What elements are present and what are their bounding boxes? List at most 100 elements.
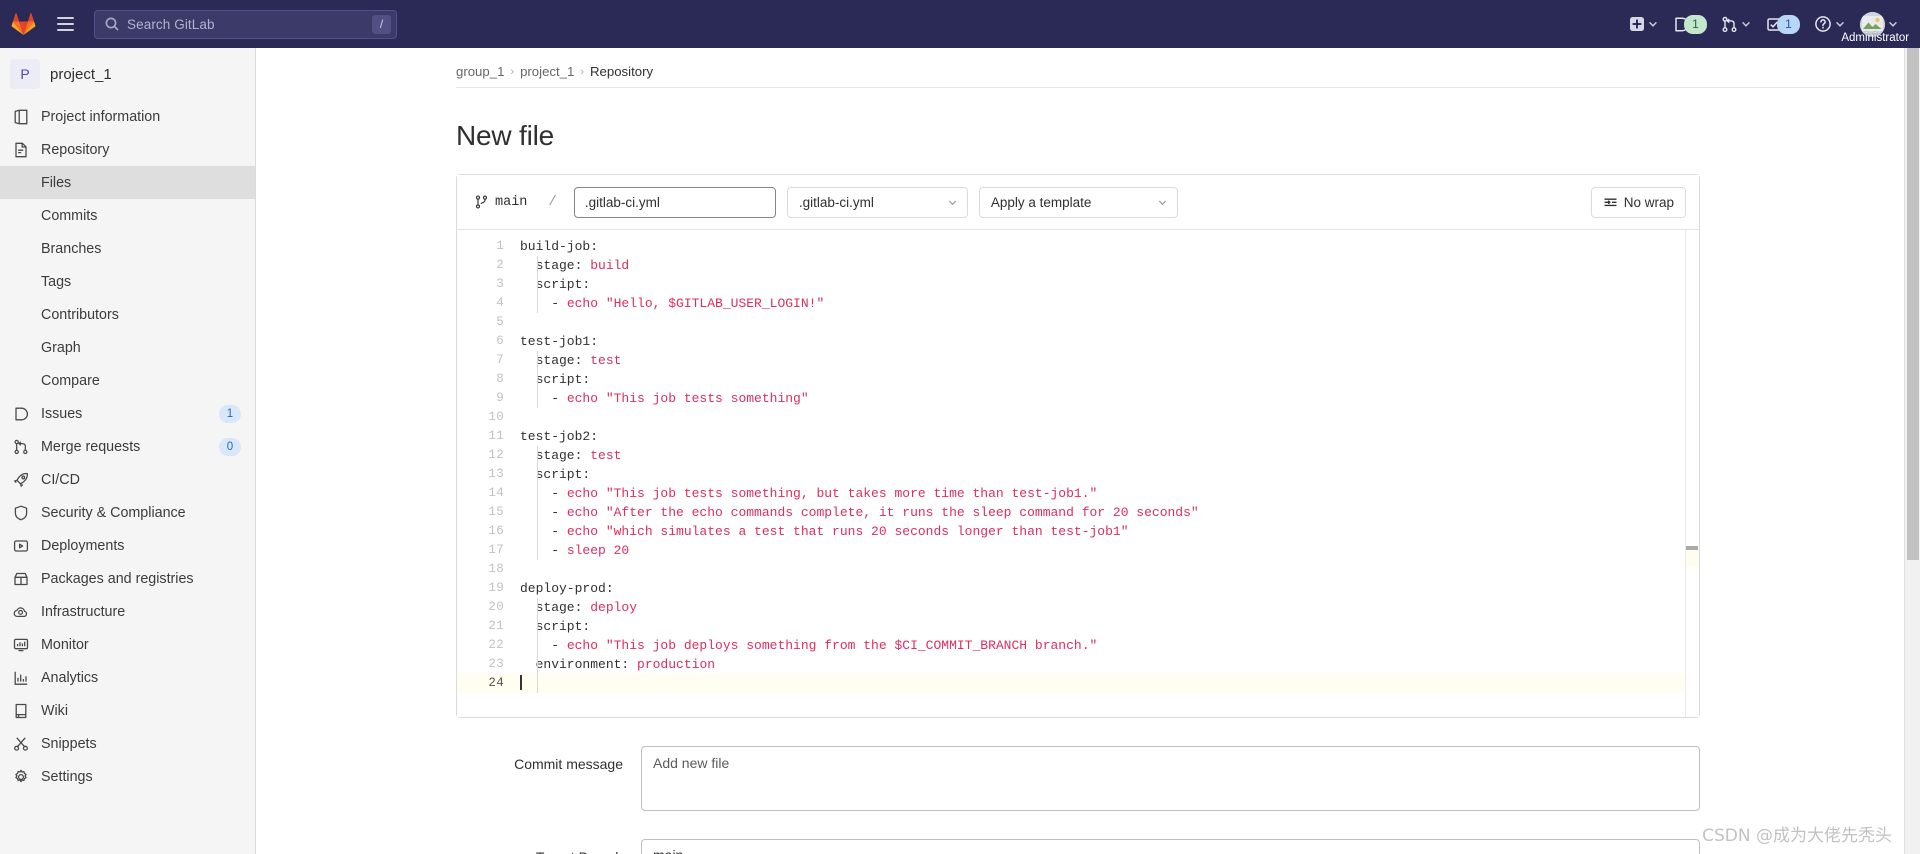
sidebar-item-branches[interactable]: Branches <box>0 232 255 265</box>
line-number: 6 <box>496 334 504 348</box>
code-line[interactable]: 19 deploy-prod: <box>457 579 1699 598</box>
code-editor[interactable]: 1 build-job: 2 stage: build 3 script: 4 - ec… <box>457 230 1699 717</box>
breadcrumb-repository[interactable]: Repository <box>590 64 653 79</box>
new-item-button[interactable] <box>1622 0 1666 48</box>
code-line[interactable]: 22 - echo "This job deploys something fr… <box>457 636 1699 655</box>
code-line[interactable]: 17 - sleep 20 <box>457 541 1699 560</box>
code-line[interactable]: 4 - echo "Hello, $GITLAB_USER_LOGIN!" <box>457 294 1699 313</box>
wiki-book-icon <box>12 702 30 720</box>
sidebar-item-issues[interactable]: Issues 1 <box>0 397 255 430</box>
code-line[interactable]: 2 stage: build <box>457 256 1699 275</box>
page-scrollbar[interactable] <box>1904 48 1920 854</box>
code-line[interactable]: 21 script: <box>457 617 1699 636</box>
breadcrumb-project[interactable]: project_1 <box>520 64 574 79</box>
merge-requests-nav-button[interactable] <box>1714 0 1759 48</box>
sidebar-item-infrastructure[interactable]: Infrastructure <box>0 595 255 628</box>
sidebar-project-header[interactable]: P project_1 <box>0 48 255 100</box>
line-number: 14 <box>488 486 504 500</box>
code-line[interactable]: 10 <box>457 408 1699 427</box>
sidebar-item-snippets[interactable]: Snippets <box>0 727 255 760</box>
sidebar-item-contributors[interactable]: Contributors <box>0 298 255 331</box>
sidebar-subitem-label: Branches <box>41 240 102 257</box>
code-line[interactable]: 8 script: <box>457 370 1699 389</box>
code-text: script: <box>520 619 591 634</box>
file-editor-card: main / .gitlab-ci.yml Apply a template <box>456 174 1700 718</box>
indent-guide <box>537 674 538 693</box>
breadcrumb-separator: › <box>580 65 585 78</box>
code-line[interactable]: 16 - echo "which simulates a test that r… <box>457 522 1699 541</box>
line-number: 1 <box>496 239 504 253</box>
sidebar-subitem-label: Contributors <box>41 306 119 323</box>
code-text: - echo "After the echo commands complete… <box>520 505 1199 520</box>
sidebar-item-compare[interactable]: Compare <box>0 364 255 397</box>
breadcrumb-group[interactable]: group_1 <box>456 64 504 79</box>
sidebar-item-monitor[interactable]: Monitor <box>0 628 255 661</box>
search-shortcut-key: / <box>372 14 391 34</box>
code-text: test-job1: <box>520 334 599 349</box>
sidebar-item-security-compliance[interactable]: Security & Compliance <box>0 496 255 529</box>
code-line[interactable]: 7 stage: test <box>457 351 1699 370</box>
code-line[interactable]: 3 script: <box>457 275 1699 294</box>
top-navbar: Search GitLab / 1 1 Administrator <box>0 0 1920 48</box>
user-menu-button[interactable]: Administrator <box>1841 0 1909 48</box>
code-line[interactable]: 13 script: <box>457 465 1699 484</box>
line-number: 19 <box>488 581 504 595</box>
sidebar-item-wiki[interactable]: Wiki <box>0 694 255 727</box>
code-line[interactable]: 5 <box>457 313 1699 332</box>
code-line[interactable]: 6 test-job1: <box>457 332 1699 351</box>
line-number: 11 <box>488 429 504 443</box>
snippets-scissors-icon <box>12 735 30 753</box>
code-line[interactable]: 24 <box>457 674 1699 693</box>
commit-message-input[interactable] <box>641 746 1700 811</box>
code-line[interactable]: 20 stage: deploy <box>457 598 1699 617</box>
file-type-select[interactable]: .gitlab-ci.yml <box>786 186 968 218</box>
sidebar-item-repository[interactable]: Repository <box>0 133 255 166</box>
code-line[interactable]: 18 <box>457 560 1699 579</box>
code-line[interactable]: 23 environment: production <box>457 655 1699 674</box>
no-wrap-button[interactable]: No wrap <box>1590 186 1686 218</box>
sidebar-item-files[interactable]: Files <box>0 166 255 199</box>
sidebar-item-deployments[interactable]: Deployments <box>0 529 255 562</box>
sidebar-item-analytics[interactable]: Analytics <box>0 661 255 694</box>
todos-nav-button[interactable]: 1 <box>1759 0 1807 48</box>
watermark-text: CSDN @成为大佬先秃头 <box>1702 826 1892 846</box>
sidebar-item-graph[interactable]: Graph <box>0 331 255 364</box>
editor-scrollbar[interactable] <box>1685 230 1699 717</box>
chevron-down-icon <box>1887 18 1899 30</box>
code-text: environment: production <box>520 657 716 672</box>
hamburger-menu-icon[interactable] <box>46 4 84 44</box>
sidebar-item-ci-cd[interactable]: CI/CD <box>0 463 255 496</box>
apply-template-select[interactable]: Apply a template <box>978 186 1178 218</box>
sidebar-item-project-information[interactable]: Project information <box>0 100 255 133</box>
sidebar-item-label: Settings <box>41 768 93 785</box>
gitlab-logo-icon[interactable] <box>0 12 46 36</box>
sidebar-item-label: Deployments <box>41 537 125 554</box>
sidebar-subitem-label: Files <box>41 174 72 191</box>
sidebar-item-label: Analytics <box>41 669 99 686</box>
search-input[interactable]: Search GitLab / <box>94 9 397 39</box>
scrollbar-thumb[interactable] <box>1686 546 1698 550</box>
code-line[interactable]: 12 stage: test <box>457 446 1699 465</box>
code-line[interactable]: 11 test-job2: <box>457 427 1699 446</box>
sidebar-item-settings[interactable]: Settings <box>0 760 255 793</box>
plus-square-icon <box>1629 16 1645 32</box>
sidebar-item-commits[interactable]: Commits <box>0 199 255 232</box>
code-line[interactable]: 9 - echo "This job tests something" <box>457 389 1699 408</box>
code-text: - echo "This job tests something" <box>520 391 809 406</box>
sidebar-item-packages-registries[interactable]: Packages and registries <box>0 562 255 595</box>
sidebar-item-merge-requests[interactable]: Merge requests 0 <box>0 430 255 463</box>
code-text: script: <box>520 277 591 292</box>
line-number: 8 <box>496 372 504 386</box>
page-scrollbar-thumb[interactable] <box>1907 48 1919 560</box>
code-line[interactable]: 1 build-job: <box>457 237 1699 256</box>
file-name-input[interactable] <box>573 186 776 218</box>
sidebar-item-tags[interactable]: Tags <box>0 265 255 298</box>
line-number: 3 <box>496 277 504 291</box>
repository-icon <box>12 141 30 159</box>
code-line[interactable]: 14 - echo "This job tests something, but… <box>457 484 1699 503</box>
target-branch-input[interactable] <box>641 839 1700 854</box>
code-line[interactable]: 15 - echo "After the echo commands compl… <box>457 503 1699 522</box>
issues-nav-button[interactable]: 1 <box>1666 0 1714 48</box>
code-text: - echo "which simulates a test that runs… <box>520 524 1129 539</box>
merge-requests-count-badge: 0 <box>219 437 241 456</box>
